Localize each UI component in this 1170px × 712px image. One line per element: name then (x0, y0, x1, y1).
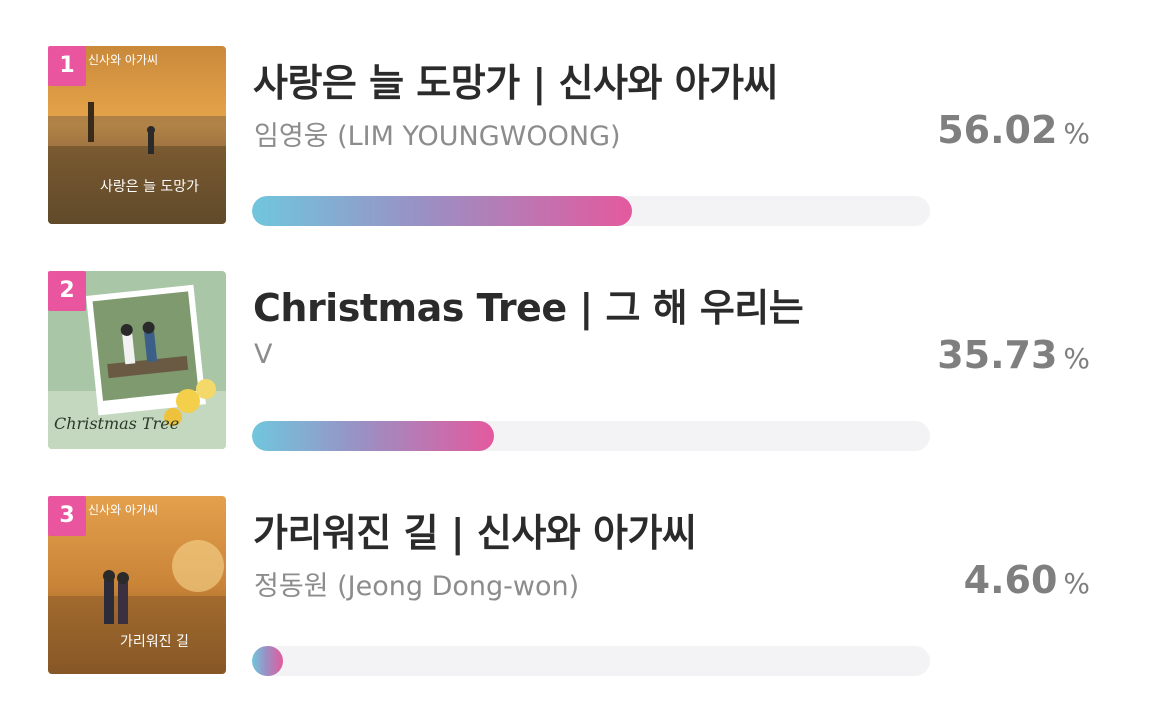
svg-text:신사와 아가씨: 신사와 아가씨 (88, 53, 158, 67)
progress-track (252, 196, 930, 226)
svg-text:사랑은 늘 도망가: 사랑은 늘 도망가 (100, 179, 199, 195)
rank-badge: 2 (48, 271, 86, 311)
progress-fill (252, 646, 284, 676)
song-title: 사랑은 늘 도망가 | 신사와 아가씨 (253, 61, 779, 105)
svg-text:신사와 아가씨: 신사와 아가씨 (88, 503, 158, 517)
progress-fill (252, 196, 632, 226)
percentage-unit: % (1063, 117, 1090, 150)
song-title: 가리워진 길 | 신사와 아가씨 (253, 511, 697, 555)
song-title: Christmas Tree | 그 해 우리는 (253, 286, 804, 330)
percentage-value: 35.73 (937, 333, 1058, 377)
svg-text:가리워진 길: 가리워진 길 (120, 634, 189, 650)
percentage-unit: % (1063, 342, 1090, 375)
vote-percentage: 56.02% (937, 108, 1090, 152)
percentage-unit: % (1063, 567, 1090, 600)
percentage-value: 56.02 (937, 108, 1058, 152)
progress-fill (252, 421, 495, 451)
ranking-row[interactable]: Christmas Tree 2 Christmas Tree | 그 해 우리… (0, 271, 1170, 451)
percentage-value: 4.60 (963, 558, 1058, 602)
artist-name: 임영웅 (LIM YOUNGWOONG) (254, 121, 621, 152)
artist-name: V (254, 339, 273, 370)
progress-track (252, 421, 930, 451)
vote-percentage: 35.73% (937, 333, 1090, 377)
rank-badge: 3 (48, 496, 86, 536)
vote-ranking-list: 신사와 아가씨 사랑은 늘 도망가 1 사랑은 늘 도망가 | 신사와 아가씨 … (0, 0, 1170, 712)
artist-name: 정동원 (Jeong Dong-won) (254, 571, 580, 602)
ranking-row[interactable]: 신사와 아가씨 사랑은 늘 도망가 1 사랑은 늘 도망가 | 신사와 아가씨 … (0, 46, 1170, 226)
rank-badge: 1 (48, 46, 86, 86)
svg-text:Christmas Tree: Christmas Tree (54, 414, 179, 433)
ranking-row[interactable]: 신사와 아가씨 가리워진 길 3 가리워진 길 | 신사와 아가씨 정동원 (J… (0, 496, 1170, 676)
vote-percentage: 4.60% (964, 558, 1090, 602)
progress-track (252, 646, 930, 676)
